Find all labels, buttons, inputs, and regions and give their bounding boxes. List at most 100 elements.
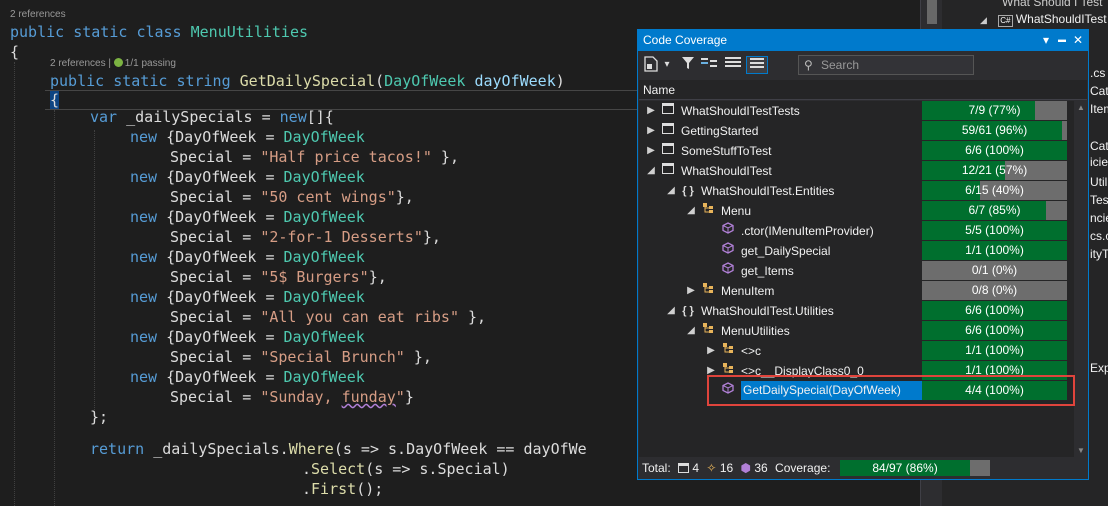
expand-toggle-icon[interactable]: ▶: [645, 121, 657, 141]
solution-item[interactable]: cs.cs: [1090, 228, 1108, 244]
method-declaration-line: public static string GetDailySpecial(Day…: [50, 72, 565, 90]
window-title: Code Coverage: [643, 33, 728, 47]
coverage-value: 5/5 (100%): [965, 223, 1024, 237]
pin-icon[interactable]: ▬: [1054, 30, 1070, 50]
expand-toggle-icon[interactable]: ◢: [665, 181, 677, 201]
scroll-up-arrow-icon[interactable]: ▲: [1077, 103, 1085, 112]
coverage-row[interactable]: ▶ WhatShouldITestTests 7/9 (77%): [639, 101, 1074, 121]
total-coverage-bar: 84/97 (86%): [840, 460, 990, 476]
solution-item[interactable]: ncie: [1090, 210, 1108, 226]
expand-toggle-icon[interactable]: ▶: [705, 341, 717, 361]
coverage-bar: 1/1 (100%): [922, 341, 1067, 360]
method-icon: [721, 261, 735, 281]
special-entry-day-line: new {DayOfWeek = DayOfWeek: [130, 328, 365, 346]
coverage-row[interactable]: ◢ { } WhatShouldITest.Utilities 6/6 (100%): [639, 301, 1074, 321]
filter-icon[interactable]: [680, 56, 696, 74]
search-input[interactable]: ⚲ Search: [798, 55, 974, 75]
coverage-row-label: WhatShouldITest.Utilities: [701, 304, 834, 318]
expand-toggle-icon[interactable]: ◢: [685, 321, 697, 341]
project-node[interactable]: ◢ C# WhatShouldITest: [980, 11, 1107, 27]
window-menu-dropdown-icon[interactable]: ▾: [1038, 30, 1054, 50]
solution-item[interactable]: Cate: [1090, 83, 1108, 99]
solution-item[interactable]: icie: [1090, 154, 1108, 170]
solution-item[interactable]: Test: [1090, 192, 1108, 208]
coverage-row[interactable]: ▶ MenuItem 0/8 (0%): [639, 281, 1074, 301]
var-declaration-line: var _dailySpecials = new[]{: [90, 108, 334, 126]
special-entry-value-line: Special = "Half price tacos!" },: [170, 148, 459, 166]
coverage-value: 59/61 (96%): [961, 123, 1028, 137]
close-icon[interactable]: ✕: [1070, 30, 1086, 50]
special-entry-day-line: new {DayOfWeek = DayOfWeek: [130, 248, 365, 266]
coverage-row-label: Menu: [721, 204, 752, 218]
layout-icon[interactable]: [746, 56, 768, 74]
special-entry-value-line: Special = "Sunday, funday"}: [170, 388, 414, 406]
scrollbar-thumb[interactable]: [927, 0, 937, 24]
column-header-name[interactable]: Name: [639, 80, 1087, 100]
indent-guide: [94, 130, 95, 410]
list-icon[interactable]: [724, 56, 742, 74]
special-entry-day-line: new {DayOfWeek = DayOfWeek: [130, 168, 365, 186]
solution-item[interactable]: Utili: [1090, 174, 1108, 190]
test-passing-icon: [113, 58, 123, 67]
expand-toggle-icon[interactable]: ◢: [685, 201, 697, 221]
coverage-row[interactable]: ▶ SomeStuffToTest 6/6 (100%): [639, 141, 1074, 161]
solution-item[interactable]: Cate: [1090, 138, 1108, 154]
expand-arrow-icon[interactable]: ◢: [980, 15, 987, 25]
coverage-value: 1/1 (100%): [965, 343, 1024, 357]
indent-guide: [54, 110, 55, 506]
coverage-toolbar: ▾ ⚲ Search: [638, 51, 1088, 79]
new-results-icon[interactable]: [642, 56, 660, 74]
coverage-row-label: get_Items: [741, 264, 794, 278]
explorer-tab[interactable]: Exp: [1090, 360, 1108, 376]
select-line: .Select(s => s.Special): [302, 460, 510, 478]
highlight-annotation-box: [707, 375, 1075, 406]
special-entry-day-line: new {DayOfWeek = DayOfWeek: [130, 288, 365, 306]
coverage-bar: 6/7 (85%): [922, 201, 1067, 220]
coverage-row[interactable]: ◢ MenuUtilities 6/6 (100%): [639, 321, 1074, 341]
solution-node[interactable]: What Should I Test: [1002, 0, 1103, 10]
special-entry-day-line: new {DayOfWeek = DayOfWeek: [130, 368, 365, 386]
coverage-row[interactable]: ▶ <>c 1/1 (100%): [639, 341, 1074, 361]
coverage-bar: 6/6 (100%): [922, 141, 1067, 160]
coverage-row[interactable]: get_Items 0/1 (0%): [639, 261, 1074, 281]
codelens-class-references[interactable]: 2 references: [10, 9, 66, 20]
solution-item[interactable]: Item: [1090, 101, 1108, 117]
total-label: Total:: [642, 461, 671, 475]
codelens-method[interactable]: 2 references | 1/1 passing: [50, 58, 176, 69]
merge-icon[interactable]: [700, 56, 718, 74]
special-entry-day-line: new {DayOfWeek = DayOfWeek: [130, 208, 365, 226]
coverage-bar: 6/6 (100%): [922, 301, 1067, 320]
expand-toggle-icon[interactable]: ▶: [645, 101, 657, 121]
coverage-scrollbar[interactable]: ▲ ▼: [1074, 101, 1088, 457]
coverage-row[interactable]: ◢ { } WhatShouldITest.Entities 6/15 (40%): [639, 181, 1074, 201]
coverage-row[interactable]: ▶ GettingStarted 59/61 (96%): [639, 121, 1074, 141]
coverage-row-label: SomeStuffToTest: [681, 144, 772, 158]
coverage-row[interactable]: get_DailySpecial 1/1 (100%): [639, 241, 1074, 261]
spelling-squiggle: funday: [341, 388, 396, 406]
coverage-bar: 6/15 (40%): [922, 181, 1067, 200]
module-icon: [661, 141, 675, 161]
class-icon: [701, 201, 715, 221]
coverage-row[interactable]: ◢ Menu 6/7 (85%): [639, 201, 1074, 221]
coverage-row[interactable]: .ctor(IMenuItemProvider) 5/5 (100%): [639, 221, 1074, 241]
coverage-value: 0/1 (0%): [971, 263, 1018, 277]
expand-toggle-icon[interactable]: ◢: [665, 301, 677, 321]
solution-item[interactable]: .cs: [1090, 65, 1105, 81]
expand-toggle-icon[interactable]: ▶: [685, 281, 697, 301]
code-coverage-titlebar[interactable]: Code Coverage ▾ ▬ □ ✕: [638, 30, 1088, 51]
solution-item[interactable]: ityTe: [1090, 246, 1108, 262]
search-icon: ⚲: [804, 58, 813, 72]
expand-toggle-icon[interactable]: ◢: [645, 161, 657, 181]
coverage-value: 12/21 (57%): [961, 163, 1028, 177]
coverage-value: 1/1 (100%): [965, 243, 1024, 257]
coverage-footer: Total: 4 ✧ 16 ⬢ 36 Coverage: 84/97 (86%): [638, 458, 1088, 479]
dropdown-arrow-icon[interactable]: ▾: [662, 56, 672, 74]
scroll-down-arrow-icon[interactable]: ▼: [1077, 446, 1085, 455]
coverage-bar: 7/9 (77%): [922, 101, 1067, 120]
module-count: 4: [692, 461, 700, 475]
coverage-row[interactable]: ◢ WhatShouldITest 12/21 (57%): [639, 161, 1074, 181]
first-line: .First();: [302, 480, 384, 498]
expand-toggle-icon[interactable]: ▶: [645, 141, 657, 161]
coverage-value: 6/15 (40%): [965, 183, 1024, 197]
special-entry-value-line: Special = "50 cent wings"},: [170, 188, 414, 206]
